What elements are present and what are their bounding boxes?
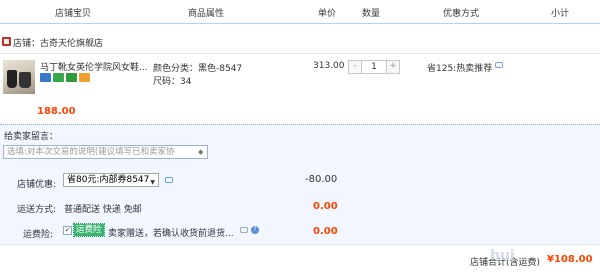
insurance-text: 卖家赠送，若确认收货前退货... [108,229,234,239]
col-header-quantity: 数量 [362,9,381,19]
insurance-checkbox[interactable]: ✓ [63,226,72,235]
product-title-link[interactable]: 马丁靴女英伦学院风女鞋... [40,60,148,73]
col-header-subtotal: 小计 [551,9,570,19]
scroll-arrows-icon: ◆ [198,148,204,156]
coupon-label: 店铺优惠: [17,180,57,190]
product-thumbnail[interactable] [3,60,35,94]
message-placeholder: 选填:对本次交易的说明(建议填写已和卖家协 [7,147,175,157]
green-badge-icon[interactable] [66,73,77,82]
col-header-price: 单价 [318,9,337,19]
help-icon[interactable]: ? [251,226,259,234]
shop-row: 店铺：古奇天伦旗舰店 [0,34,600,52]
qty-input[interactable]: 1 [362,61,386,73]
coupon-amount: -80.00 [305,174,338,185]
coupon-selected-value: 省80元:内部券8547 [67,175,150,185]
col-header-attributes: 商品属性 [188,9,225,19]
quantity-stepper: - 1 + [348,60,400,74]
shipping-amount: 0.00 [313,201,338,212]
service-badges [40,73,90,82]
watermark: hui [490,248,515,264]
shop-name-link[interactable]: 店铺：古奇天伦旗舰店 [13,36,103,49]
cart-item: 马丁靴女英伦学院风女鞋... 颜色分类：黑色-8547 尺码：34 313.00… [0,53,600,123]
shipping-label: 运送方式: [17,205,57,215]
col-header-promo: 优惠方式 [443,9,480,19]
qty-plus-button[interactable]: + [386,61,399,73]
message-label: 给卖家留言： [4,132,59,142]
green-badge-icon[interactable] [53,73,64,82]
unit-price: 313.00 [313,61,345,71]
insurance-tag[interactable]: 运费险 [73,223,105,237]
insurance-amount: 0.00 [313,226,338,237]
col-header-items: 店铺宝贝 [55,9,92,19]
order-options-panel: 给卖家留言： 选填:对本次交易的说明(建议填写已和卖家协 ◆ 店铺优惠: 省80… [0,124,600,244]
chat-icon[interactable] [165,177,173,183]
attr-color: 颜色分类：黑色-8547 [153,64,243,74]
qty-minus-button[interactable]: - [349,61,362,73]
shop-icon [2,37,11,46]
chevron-down-icon: ▼ [150,179,155,186]
shop-total-value: ¥108.00 [547,254,593,265]
chat-icon[interactable] [240,227,248,233]
table-header: 店铺宝贝 商品属性 单价 数量 优惠方式 小计 [0,0,600,24]
coupon-select[interactable]: 省80元:内部券8547 ▼ [63,173,159,187]
chat-icon[interactable] [495,62,503,68]
item-subtotal: 188.00 [37,106,76,117]
insurance-label: 运费险: [23,230,54,240]
message-input[interactable]: 选填:对本次交易的说明(建议填写已和卖家协 ◆ [3,145,208,159]
shipping-method: 普通配送 快递 免邮 [64,205,142,215]
attr-size: 尺码：34 [153,77,192,87]
blue-badge-icon[interactable] [40,73,51,82]
promo-text: 省125:热卖推荐 [427,64,493,74]
orange-badge-icon[interactable] [79,73,90,82]
